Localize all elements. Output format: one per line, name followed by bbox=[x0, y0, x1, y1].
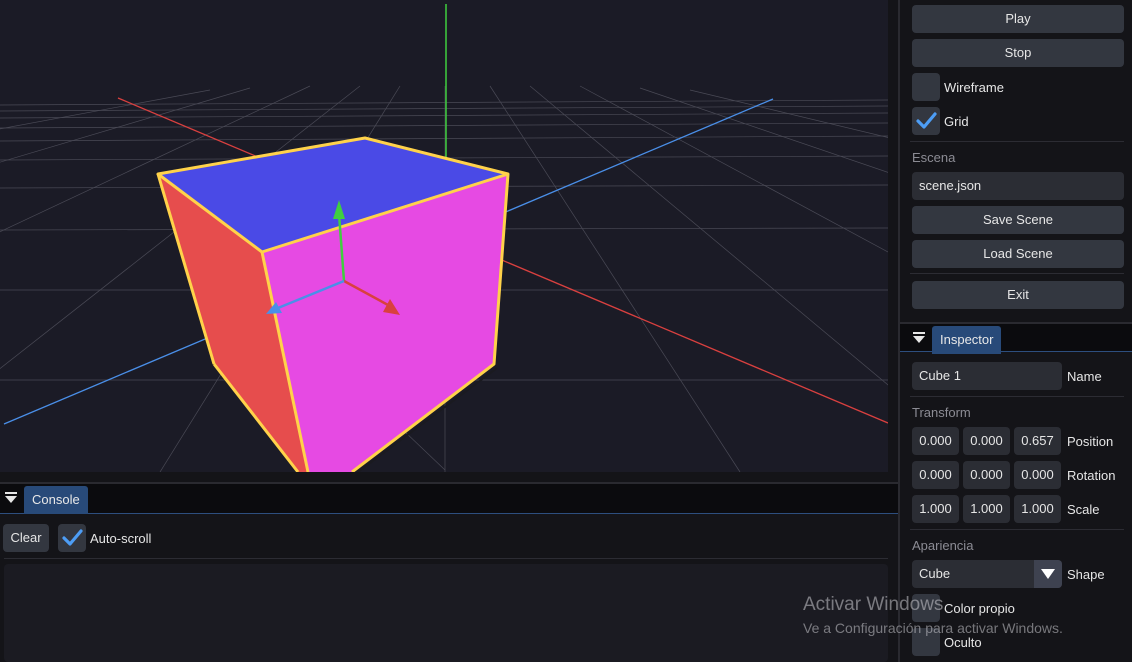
transform-section-title: Transform bbox=[912, 405, 971, 420]
hidden-label: Oculto bbox=[944, 635, 982, 650]
load-scene-button[interactable]: Load Scene bbox=[912, 240, 1124, 268]
play-button[interactable]: Play bbox=[912, 5, 1124, 33]
console-tabbar: Console bbox=[0, 484, 898, 514]
right-panel: Play Stop Wireframe Grid Escena scene.js… bbox=[898, 0, 1132, 662]
stop-button[interactable]: Stop bbox=[912, 39, 1124, 67]
viewport-splitter[interactable] bbox=[0, 472, 898, 482]
rotation-z-field[interactable]: 0.000 bbox=[1014, 461, 1061, 489]
wireframe-label: Wireframe bbox=[944, 80, 1004, 95]
grid-checkbox[interactable] bbox=[912, 107, 940, 135]
viewport-scrollbar bbox=[888, 0, 898, 480]
rotation-label: Rotation bbox=[1067, 468, 1116, 483]
clear-button[interactable]: Clear bbox=[3, 524, 49, 552]
scene-filename-input[interactable]: scene.json bbox=[912, 172, 1124, 200]
custom-color-label: Color propio bbox=[944, 601, 1015, 616]
position-z-field[interactable]: 0.657 bbox=[1014, 427, 1061, 455]
save-scene-button[interactable]: Save Scene bbox=[912, 206, 1124, 234]
wireframe-checkbox[interactable] bbox=[912, 73, 940, 101]
position-x-field[interactable]: 0.000 bbox=[912, 427, 959, 455]
scale-z-field[interactable]: 1.000 bbox=[1014, 495, 1061, 523]
hidden-checkbox[interactable] bbox=[912, 628, 940, 656]
custom-color-checkbox[interactable] bbox=[912, 594, 940, 622]
viewport-canvas[interactable] bbox=[0, 0, 888, 472]
tab-console[interactable]: Console bbox=[24, 486, 88, 514]
collapse-icon[interactable] bbox=[4, 492, 18, 506]
shape-label: Shape bbox=[1067, 567, 1105, 582]
scene-section-title: Escena bbox=[912, 150, 956, 165]
scale-y-field[interactable]: 1.000 bbox=[963, 495, 1010, 523]
shape-dropdown[interactable]: Cube bbox=[912, 560, 1062, 588]
scene-viewport[interactable] bbox=[0, 0, 888, 472]
object-name-input[interactable]: Cube 1 bbox=[912, 362, 1062, 390]
position-y-field[interactable]: 0.000 bbox=[963, 427, 1010, 455]
console-panel: Console Clear Auto-scroll bbox=[0, 482, 898, 662]
exit-button[interactable]: Exit bbox=[912, 281, 1124, 309]
grid-label: Grid bbox=[944, 114, 969, 129]
appearance-section-title: Apariencia bbox=[912, 538, 974, 553]
collapse-icon[interactable] bbox=[912, 332, 926, 346]
console-divider bbox=[4, 558, 888, 559]
autoscroll-checkbox[interactable] bbox=[58, 524, 86, 552]
shape-dropdown-value: Cube bbox=[919, 566, 951, 581]
divider bbox=[910, 141, 1124, 142]
position-label: Position bbox=[1067, 434, 1114, 449]
autoscroll-label: Auto-scroll bbox=[90, 531, 152, 546]
divider bbox=[910, 273, 1124, 274]
console-log-area[interactable] bbox=[4, 564, 888, 662]
divider bbox=[910, 529, 1124, 530]
chevron-down-icon[interactable] bbox=[1034, 560, 1062, 588]
name-label: Name bbox=[1067, 369, 1102, 384]
rotation-y-field[interactable]: 0.000 bbox=[963, 461, 1010, 489]
divider bbox=[910, 396, 1124, 397]
tab-inspector[interactable]: Inspector bbox=[932, 326, 1002, 354]
scale-label: Scale bbox=[1067, 502, 1100, 517]
check-icon bbox=[916, 112, 937, 129]
scale-x-field[interactable]: 1.000 bbox=[912, 495, 959, 523]
inspector-tabbar: Inspector bbox=[900, 322, 1132, 354]
rotation-x-field[interactable]: 0.000 bbox=[912, 461, 959, 489]
cube-mesh[interactable] bbox=[156, 136, 510, 472]
check-icon bbox=[62, 529, 83, 546]
